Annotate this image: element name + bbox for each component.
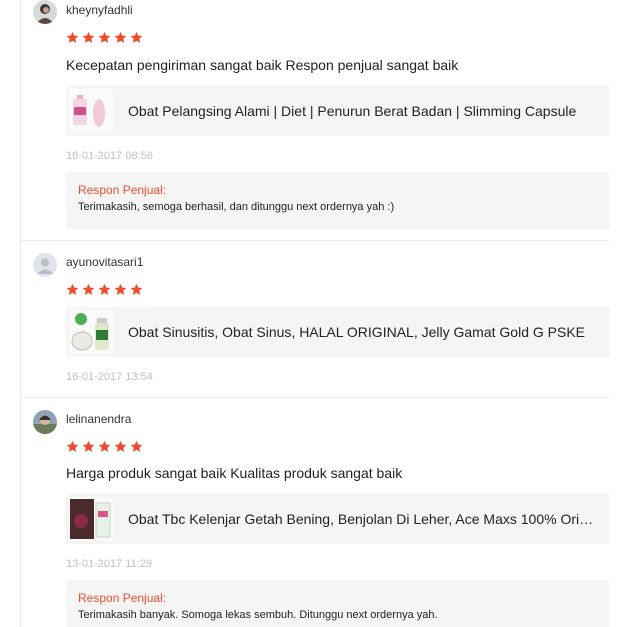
rating-stars bbox=[66, 440, 143, 453]
review-item: ayunovitasari1 Obat Sinusitis, Obat Sinu… bbox=[21, 241, 609, 397]
star-icon bbox=[114, 31, 127, 43]
review-comment: Harga produk sangat baik Kualitas produk… bbox=[66, 465, 403, 481]
product-card[interactable]: Obat Pelangsing Alami | Diet | Penurun B… bbox=[66, 86, 609, 136]
product-thumbnail bbox=[69, 497, 113, 541]
review-item: kheynyfadhli Kecepatan pengiriman sangat… bbox=[21, 0, 609, 240]
username[interactable]: kheynyfadhli bbox=[66, 3, 133, 17]
review-timestamp: 13-01-2017 11:29 bbox=[66, 558, 153, 570]
product-name[interactable]: Obat Pelangsing Alami | Diet | Penurun B… bbox=[128, 103, 598, 119]
rating-stars bbox=[66, 283, 143, 296]
reply-text: Terimakasih, semoga berhasil, dan ditung… bbox=[78, 201, 395, 213]
review-timestamp: 18-01-2017 08:56 bbox=[66, 150, 153, 162]
star-icon bbox=[114, 440, 127, 452]
review-item: lelinanendra Harga produk sangat baik Ku… bbox=[21, 398, 609, 627]
review-timestamp: 16-01-2017 13:54 bbox=[66, 371, 153, 383]
star-icon bbox=[66, 440, 79, 452]
star-icon bbox=[130, 31, 143, 43]
avatar[interactable] bbox=[33, 253, 57, 277]
star-icon bbox=[114, 283, 127, 295]
product-name[interactable]: Obat Tbc Kelenjar Getah Bening, Benjolan… bbox=[128, 511, 598, 527]
seller-reply: Respon Penjual: Terimakasih banyak. Somo… bbox=[66, 580, 609, 627]
star-icon bbox=[98, 440, 111, 452]
star-icon bbox=[130, 440, 143, 452]
product-thumbnail bbox=[69, 310, 113, 354]
product-card[interactable]: Obat Sinusitis, Obat Sinus, HALAL ORIGIN… bbox=[66, 307, 609, 357]
avatar[interactable] bbox=[33, 410, 57, 434]
seller-reply: Respon Penjual: Terimakasih, semoga berh… bbox=[66, 172, 609, 229]
star-icon bbox=[82, 31, 95, 43]
username[interactable]: ayunovitasari1 bbox=[66, 255, 143, 269]
rating-stars bbox=[66, 31, 143, 44]
avatar[interactable] bbox=[33, 0, 57, 24]
star-icon bbox=[66, 283, 79, 295]
product-name[interactable]: Obat Sinusitis, Obat Sinus, HALAL ORIGIN… bbox=[128, 324, 598, 340]
star-icon bbox=[82, 283, 95, 295]
review-comment: Kecepatan pengiriman sangat baik Respon … bbox=[66, 57, 459, 73]
product-thumbnail bbox=[69, 89, 113, 133]
reply-label: Respon Penjual: bbox=[78, 591, 167, 605]
star-icon bbox=[66, 31, 79, 43]
username[interactable]: lelinanendra bbox=[66, 412, 131, 426]
reply-text: Terimakasih banyak. Somoga lekas sembuh.… bbox=[78, 609, 438, 621]
product-card[interactable]: Obat Tbc Kelenjar Getah Bening, Benjolan… bbox=[66, 494, 609, 544]
star-icon bbox=[98, 283, 111, 295]
star-icon bbox=[98, 31, 111, 43]
star-icon bbox=[130, 283, 143, 295]
reply-label: Respon Penjual: bbox=[78, 183, 167, 197]
star-icon bbox=[82, 440, 95, 452]
